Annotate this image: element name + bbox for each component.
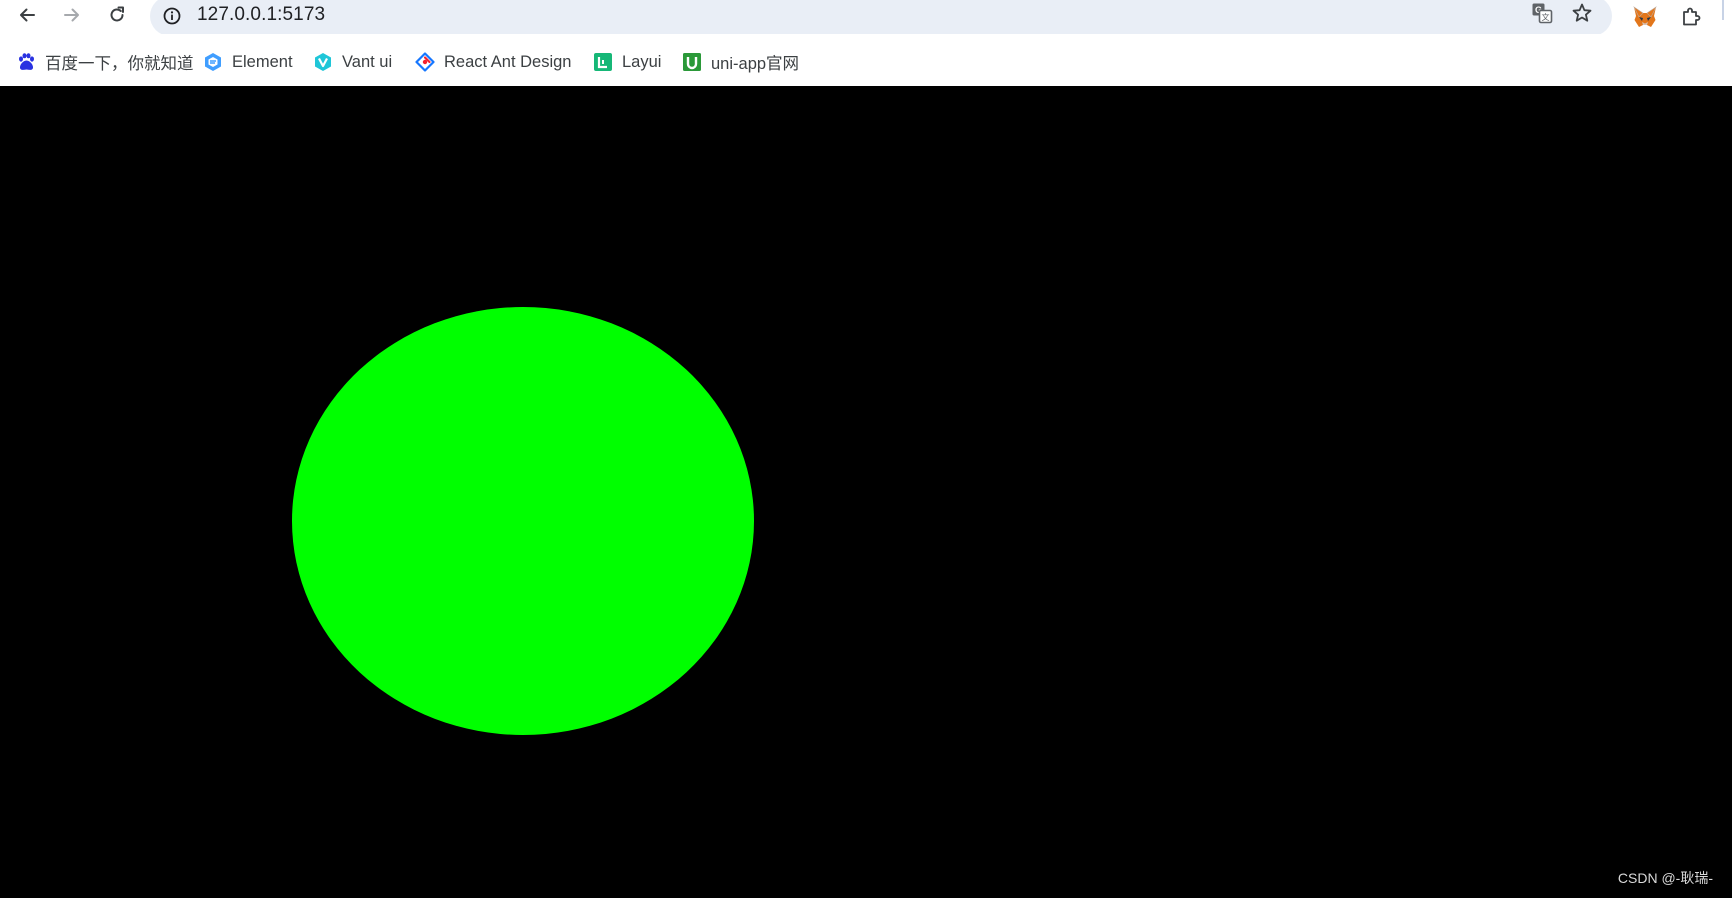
bookmark-layui[interactable]: Layui [593,50,661,74]
puzzle-icon[interactable] [1676,2,1706,32]
toolbar-divider [1722,0,1724,20]
url-text[interactable]: 127.0.0.1:5173 [197,4,325,26]
uniapp-icon [682,52,702,72]
page-canvas: CSDN @-耿瑞- [0,86,1732,898]
back-button[interactable] [10,0,44,30]
forward-button[interactable] [55,0,89,30]
ant-design-icon [415,52,435,72]
bookmark-label: Element [232,52,293,71]
layui-icon [593,52,613,72]
browser-toolbar: 127.0.0.1:5173 G 文 [0,0,1732,36]
bookmark-label: Layui [622,52,662,71]
star-icon[interactable] [1569,0,1595,26]
reload-button[interactable] [100,0,134,30]
translate-icon[interactable]: G 文 [1529,0,1555,26]
bookmark-label: Vant ui [342,52,393,71]
vant-icon [313,52,333,72]
webgl-scene [292,307,754,735]
address-bar[interactable]: 127.0.0.1:5173 G 文 [150,0,1612,36]
baidu-paw-icon [16,52,36,72]
bookmark-uniapp[interactable]: uni-app官网 [682,50,799,74]
browser-window: 127.0.0.1:5173 G 文 百度一下，你就知道 Element Van… [0,0,1732,898]
bookmark-element[interactable]: Element [203,50,293,74]
bookmarks-bar: 百度一下，你就知道 Element Vant ui React Ant Desi… [0,34,1732,86]
watermark: CSDN @-耿瑞- [1617,870,1713,886]
bookmark-ant-design[interactable]: React Ant Design [415,50,572,74]
bookmark-label: 百度一下，你就知道 [45,55,194,73]
bookmark-baidu[interactable]: 百度一下，你就知道 [16,50,194,74]
green-circle [292,307,754,735]
metamask-fox-icon[interactable] [1630,2,1660,32]
forward-arrow-icon [62,5,82,25]
svg-text:文: 文 [1542,12,1550,22]
bookmark-label: React Ant Design [444,52,572,71]
info-icon[interactable] [162,6,182,26]
bookmark-label: uni-app官网 [711,55,800,73]
back-arrow-icon [17,5,37,25]
bookmark-vant[interactable]: Vant ui [313,50,392,74]
element-icon [203,52,223,72]
reload-icon [107,5,127,25]
